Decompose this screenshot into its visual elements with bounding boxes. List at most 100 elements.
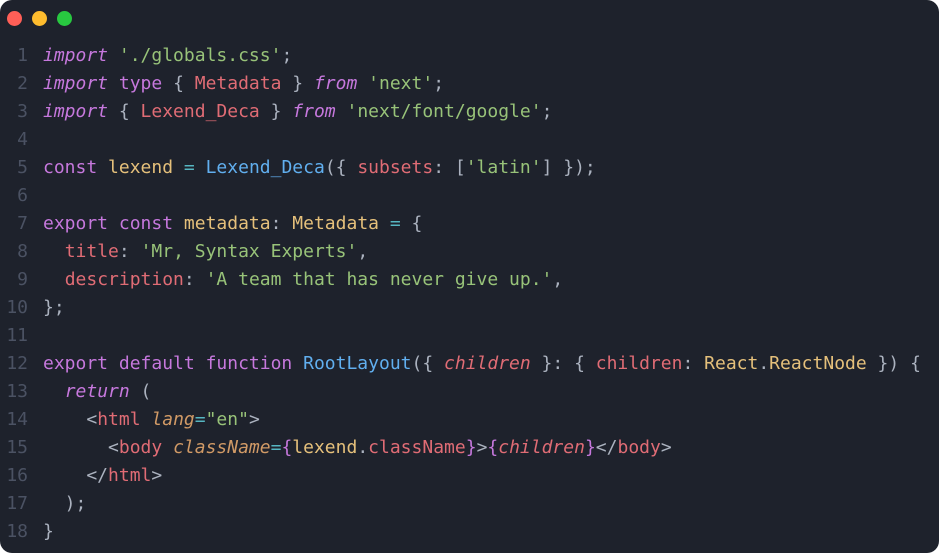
code-token: lexend: [292, 437, 358, 458]
code-token: ,: [357, 241, 369, 262]
line-number: 4: [17, 129, 28, 150]
code-token: ;: [541, 101, 553, 122]
code-token: }: [584, 437, 596, 458]
code-line: 4: [0, 126, 939, 154]
code-line: 10};: [0, 294, 939, 322]
code-token: <: [43, 409, 98, 430]
line-source: import { Lexend_Deca } from 'next/font/g…: [43, 98, 552, 126]
code-token: </: [595, 437, 618, 458]
code-line: 12 export default function RootLayout({ c…: [0, 350, 939, 378]
line-source: export const metadata: Metadata = {: [43, 210, 422, 238]
code-token: ({: [324, 157, 358, 178]
code-token: description: [64, 269, 184, 290]
line-number: 6: [17, 185, 28, 206]
code-token: className: [173, 437, 271, 458]
line-source: <html lang="en">: [43, 406, 259, 434]
code-line: 16 </html>: [0, 462, 939, 490]
close-window-icon[interactable]: [7, 11, 22, 26]
code-token: {: [487, 437, 499, 458]
code-token: 'latin': [465, 157, 542, 178]
line-number: 5: [17, 157, 28, 178]
code-line: 8 title: 'Mr, Syntax Experts',: [0, 238, 939, 266]
code-token: ;: [433, 73, 445, 94]
line-number: 14: [6, 409, 28, 430]
code-token: ({: [411, 353, 445, 374]
code-token: 'Mr, Syntax Experts': [140, 241, 358, 262]
code-token: lexend: [108, 157, 174, 178]
code-line: 3 import { Lexend_Deca } from 'next/font/…: [0, 98, 939, 126]
code-token: body: [118, 437, 163, 458]
code-token: ReactNode: [769, 353, 867, 374]
code-token: =: [194, 409, 206, 430]
code-token: ] });: [541, 157, 596, 178]
line-number: 1: [17, 45, 28, 66]
code-window: 1 import './globals.css'; 2 import type { M…: [0, 0, 939, 553]
code-token: import: [43, 45, 109, 66]
line-number: 16: [6, 465, 28, 486]
minimize-window-icon[interactable]: [32, 11, 47, 26]
code-line: 6: [0, 182, 939, 210]
line-number: 7: [17, 213, 28, 234]
line-source: );: [43, 490, 87, 518]
code-token: html: [108, 465, 152, 486]
line-number: 17: [6, 493, 28, 514]
code-token: {: [400, 213, 423, 234]
code-token: =: [183, 157, 195, 178]
line-source: import './globals.css';: [43, 42, 292, 70]
line-source: return (: [43, 378, 152, 406]
code-token: children: [595, 353, 683, 374]
code-token: type: [118, 73, 163, 94]
code-token: Lexend_Deca: [140, 101, 260, 122]
code-token: import: [43, 73, 109, 94]
code-token: }: [259, 101, 293, 122]
code-token: RootLayout: [303, 353, 412, 374]
maximize-window-icon[interactable]: [57, 11, 72, 26]
window-titlebar: [0, 0, 939, 40]
line-number: 3: [17, 101, 28, 122]
line-number: 10: [6, 297, 28, 318]
code-line: 14 <html lang="en">: [0, 406, 939, 434]
code-editor[interactable]: 1 import './globals.css'; 2 import type { M…: [0, 42, 939, 546]
code-token: title: [64, 241, 119, 262]
code-token: lang: [151, 409, 195, 430]
line-source: export default function RootLayout({ chi…: [43, 350, 921, 378]
line-number: 2: [17, 73, 28, 94]
code-token: =: [270, 437, 282, 458]
code-line: 17 );: [0, 490, 939, 518]
code-token: );: [43, 493, 87, 514]
code-token: }: [43, 521, 54, 542]
line-source: const lexend = Lexend_Deca({ subsets: ['…: [43, 154, 596, 182]
code-token: subsets: [357, 157, 434, 178]
code-line: 5 const lexend = Lexend_Deca({ subsets: […: [0, 154, 939, 182]
code-token: './globals.css': [118, 45, 282, 66]
code-token: 'next': [368, 73, 434, 94]
line-number: 8: [17, 241, 28, 262]
line-source: };: [43, 294, 65, 322]
code-token: import: [43, 101, 109, 122]
line-source: description: 'A team that has never give…: [43, 266, 564, 294]
code-token: =: [389, 213, 401, 234]
code-line: 1 import './globals.css';: [0, 42, 939, 70]
line-source: import type { Metadata } from 'next';: [43, 70, 444, 98]
code-token: :: [682, 353, 705, 374]
line-source: </html>: [43, 462, 162, 490]
code-line: 13 return (: [0, 378, 939, 406]
code-token: (: [129, 381, 152, 402]
code-token: :: [183, 269, 206, 290]
code-line: 9 description: 'A team that has never gi…: [0, 266, 939, 294]
line-number: 11: [6, 325, 28, 346]
code-token: {: [108, 101, 141, 122]
